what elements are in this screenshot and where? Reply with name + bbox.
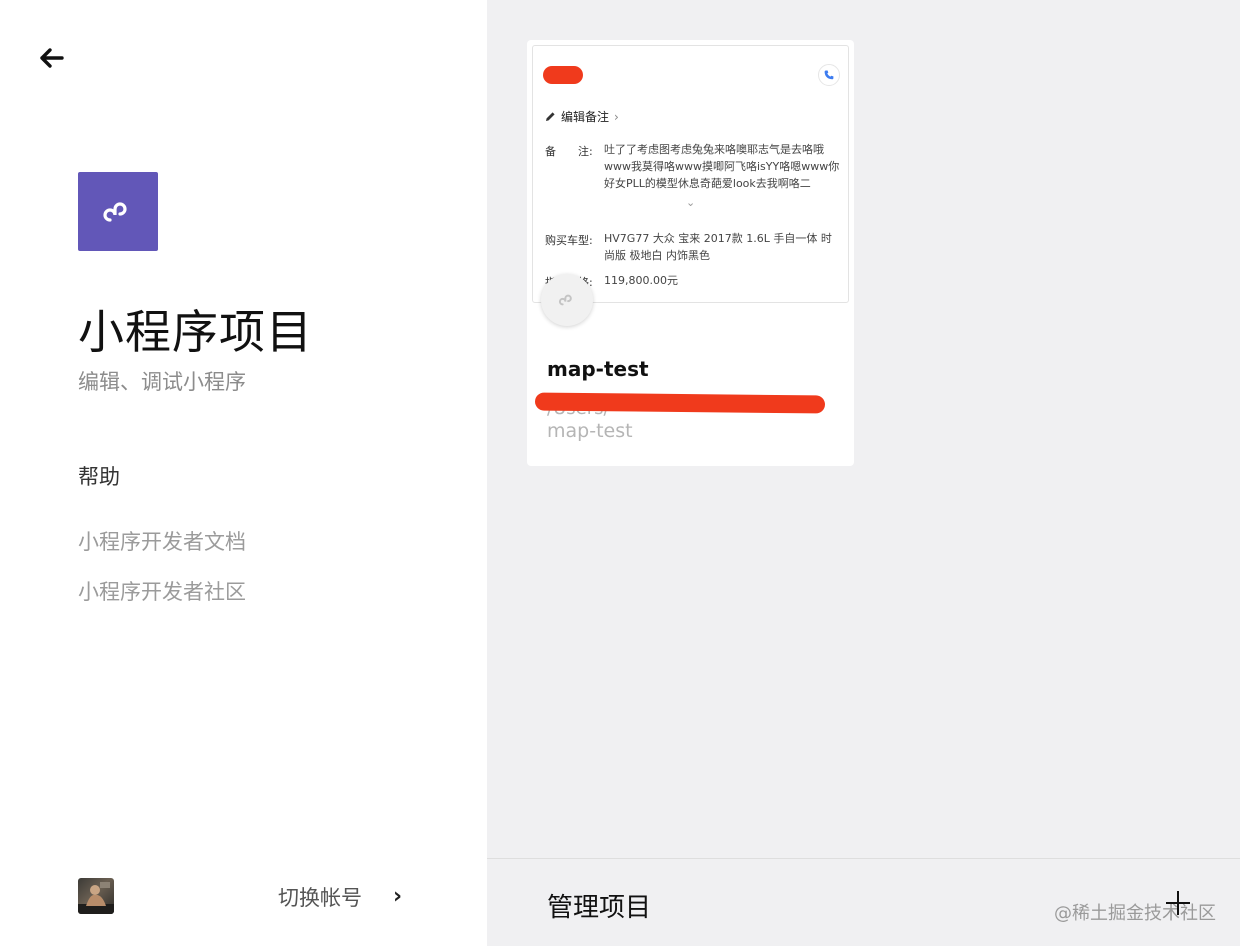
price-value: 119,800.00元 xyxy=(604,274,678,287)
add-project-icon[interactable] xyxy=(1163,887,1193,917)
chevron-right-icon: › xyxy=(614,109,619,124)
help-link-dev-docs[interactable]: 小程序开发者文档 xyxy=(78,526,246,556)
project-name: map-test xyxy=(547,357,649,381)
help-link-dev-community[interactable]: 小程序开发者社区 xyxy=(78,576,246,606)
miniprogram-logo-icon xyxy=(78,172,158,251)
pencil-icon xyxy=(546,112,555,121)
bottom-bar: 管理项目 @稀土掘金技术社区 xyxy=(487,858,1240,946)
edit-note-label: 编辑备注 xyxy=(561,110,610,124)
note-value: 吐了了考虑图考虑兔兔来咯噢耶志气是去咯哦www我莫得咯www摸唧阿飞咯isYY咯… xyxy=(604,143,840,190)
page-subtitle: 编辑、调试小程序 xyxy=(78,370,246,394)
manage-projects-button[interactable]: 管理项目 xyxy=(547,887,651,924)
edit-note-link: 编辑备注 › xyxy=(545,108,619,125)
back-arrow-icon[interactable] xyxy=(34,40,70,76)
page-title: 小程序项目 xyxy=(78,305,313,359)
car-model-value: HV7G77 大众 宝来 2017款 1.6L 手自一体 时尚版 极地白 内饰黑… xyxy=(604,232,832,262)
chevron-down-icon: ⌄ xyxy=(686,196,696,209)
redaction-mark xyxy=(534,392,826,414)
project-preview: 编辑备注 › 备 注: 吐了了考虑图考虑兔兔来咯噢耶志气是去咯哦www我莫得咯w… xyxy=(532,45,849,303)
chevron-right-icon[interactable]: › xyxy=(393,884,402,909)
car-model-label: 购买车型: xyxy=(545,234,593,247)
project-card[interactable]: 编辑备注 › 备 注: 吐了了考虑图考虑兔兔来咯噢耶志气是去咯哦www我莫得咯w… xyxy=(527,40,854,466)
redaction-mark xyxy=(543,66,583,84)
note-label: 备 注: xyxy=(545,145,593,158)
help-heading: 帮助 xyxy=(78,465,120,489)
switch-account-button[interactable]: 切换帐号 xyxy=(278,882,362,912)
left-panel: 小程序项目 编辑、调试小程序 帮助 小程序开发者文档 小程序开发者社区 切换帐号… xyxy=(0,0,487,946)
project-path: map-test xyxy=(547,420,633,442)
avatar[interactable] xyxy=(78,878,114,914)
projects-panel: 编辑备注 › 备 注: 吐了了考虑图考虑兔兔来咯噢耶志气是去咯哦www我莫得咯w… xyxy=(487,0,1240,946)
project-icon xyxy=(541,274,593,326)
phone-icon xyxy=(818,64,840,86)
